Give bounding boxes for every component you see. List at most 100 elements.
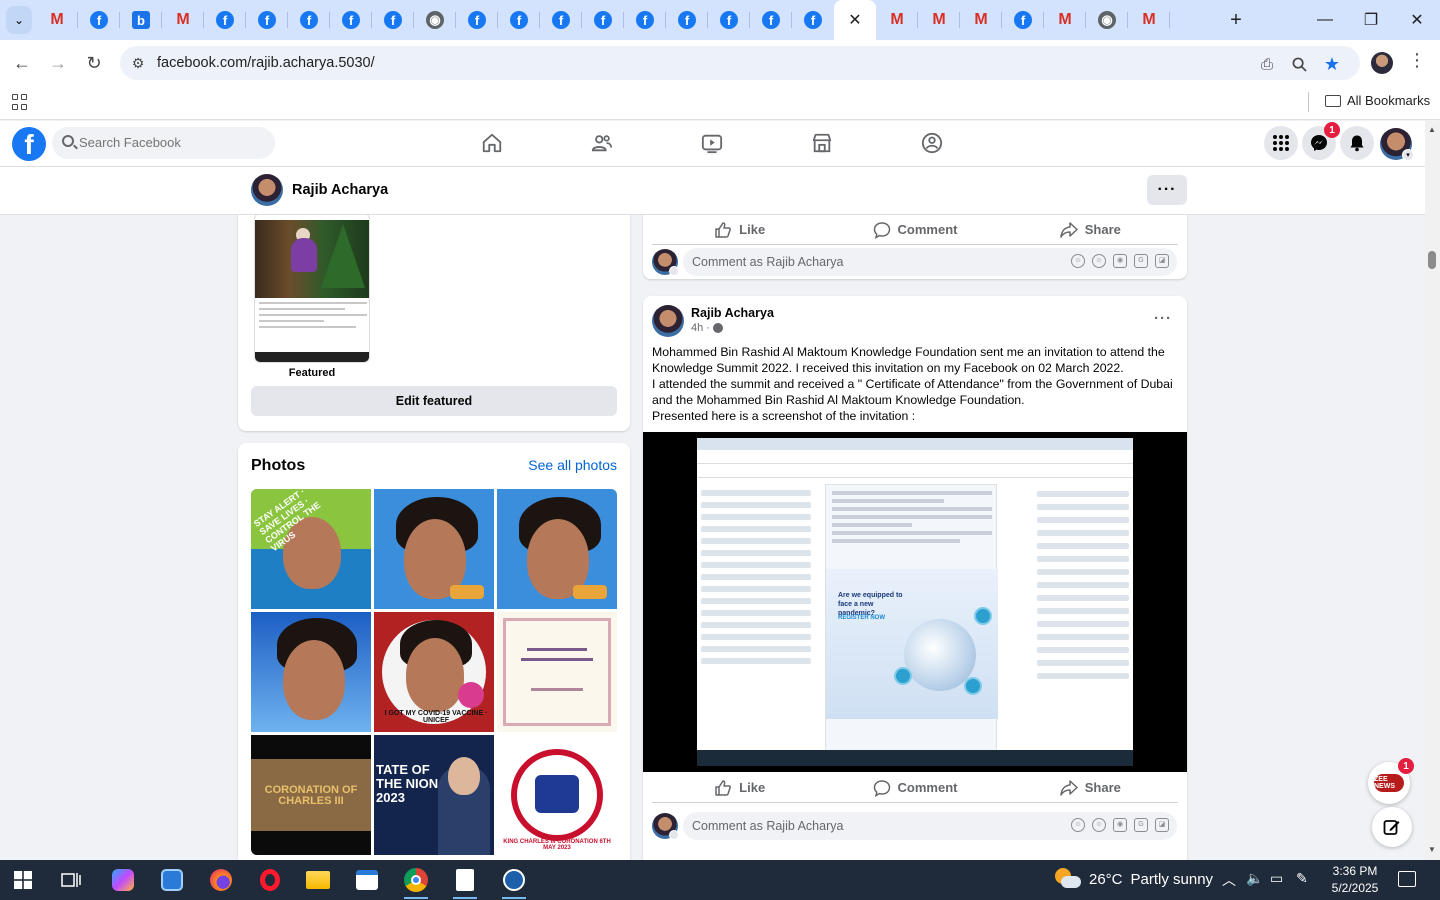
copilot-taskbar-icon[interactable] [108,866,138,894]
scroll-down-arrow-icon[interactable]: ▼ [1428,845,1436,854]
browser-tab[interactable]: f [582,0,624,40]
reload-button[interactable]: ↻ [80,49,108,77]
share-button[interactable]: Share [1003,215,1178,244]
photo-tile[interactable] [374,489,494,609]
task-view-button[interactable] [56,866,86,894]
comment-button[interactable]: Comment [827,215,1002,244]
tray-overflow-icon[interactable]: ︿ [1222,870,1236,890]
browser-tab[interactable]: M [960,0,1002,40]
browser-tab[interactable]: f [666,0,708,40]
camera-icon[interactable]: ◉ [1113,818,1127,832]
active-tab[interactable]: ✕ [834,0,876,40]
comment-button[interactable]: Comment [827,773,1002,802]
browser-tab[interactable]: f [246,0,288,40]
address-bar[interactable]: ⚙ facebook.com/rajib.acharya.5030/ ⎙ ★ [120,46,1360,80]
page-scrollbar[interactable]: ▲ ▼ [1425,121,1440,860]
browser-tab[interactable]: M [162,0,204,40]
store-taskbar-icon[interactable] [352,866,382,894]
post-timestamp[interactable]: 4h · [691,322,723,334]
chrome-taskbar-icon[interactable] [401,866,431,899]
browser-tab[interactable]: ◉ [1086,0,1128,40]
forward-button[interactable]: → [44,49,72,77]
file-explorer-taskbar-icon[interactable] [303,866,333,894]
tab-search-button[interactable]: ⌄ [6,6,32,34]
share-button[interactable]: Share [1003,773,1178,802]
browser-tab[interactable]: f [456,0,498,40]
see-all-photos-link[interactable]: See all photos [528,457,617,473]
all-bookmarks-button[interactable]: All Bookmarks [1325,93,1430,108]
facebook-search-input[interactable] [79,135,259,150]
opera-taskbar-icon[interactable] [255,866,285,894]
profile-avatar[interactable] [251,174,283,206]
install-app-icon[interactable]: ⎙ [1256,53,1278,75]
browser-tab[interactable]: f [204,0,246,40]
new-tab-button[interactable]: + [1222,6,1250,34]
zeenews-chat-head[interactable]: ZEE NEWS 1 [1368,758,1414,804]
post-options-button[interactable]: ··· [1154,310,1172,327]
browser-tab[interactable]: M [1128,0,1170,40]
notifications-button[interactable] [1340,126,1374,160]
video-nav-icon[interactable] [700,131,724,155]
avatar-sticker-icon[interactable]: ☺ [1071,254,1085,268]
browser-tab[interactable]: f [1002,0,1044,40]
browser-tab[interactable]: f [78,0,120,40]
photo-tile[interactable]: I GOT MY COVID-19 VACCINE · UNICEF [374,612,494,732]
weather-widget[interactable]: 26°C Partly sunny [1055,868,1213,890]
messenger-button[interactable]: 1 [1302,122,1340,160]
browser-tab[interactable]: M [36,0,78,40]
featured-thumbnail[interactable] [254,215,370,363]
browser-tab[interactable]: f [540,0,582,40]
browser-tab[interactable]: M [1044,0,1086,40]
like-button[interactable]: Like [652,773,827,802]
profile-name[interactable]: Rajib Acharya [292,182,388,198]
restore-button[interactable]: ❐ [1348,0,1394,40]
commenter-caret-icon[interactable] [669,830,679,840]
gaming-nav-icon[interactable] [920,131,944,155]
scrollbar-thumb[interactable] [1428,251,1436,269]
zoom-icon[interactable] [1288,53,1310,75]
browser-tab[interactable]: f [498,0,540,40]
browser-tab[interactable]: f [330,0,372,40]
camera-icon[interactable]: ◉ [1113,254,1127,268]
photo-tile[interactable]: KING CHARLES III CORONATION 6TH MAY 2023 [497,735,617,855]
home-nav-icon[interactable] [480,131,504,155]
post-author-avatar[interactable] [652,305,684,337]
facebook-logo[interactable]: f [12,127,46,161]
post-image[interactable]: Are we equipped to face a new pandemic? … [643,432,1187,772]
start-button[interactable] [8,866,38,894]
browser-tab[interactable]: f [708,0,750,40]
pen-icon[interactable]: ✎ [1296,870,1308,887]
photo-tile[interactable] [497,612,617,732]
volume-icon[interactable]: 🔈 [1246,870,1263,887]
notepad-taskbar-icon[interactable] [450,866,480,899]
menu-grid-button[interactable] [1264,126,1298,160]
photo-tile[interactable]: STAY ALERT · SAVE LIVES · CONTROL THE VI… [251,489,371,609]
app-taskbar-icon[interactable] [157,866,187,894]
account-caret-icon[interactable]: ▾ [1402,149,1414,161]
back-button[interactable]: ← [8,49,36,77]
close-tab-icon[interactable]: ✕ [846,11,864,29]
edit-featured-button[interactable]: Edit featured [251,386,617,416]
emoji-icon[interactable]: ☺ [1092,254,1106,268]
comment-input[interactable]: Comment as Rajib Acharya ☺ ☺ ◉ G ◪ [683,248,1177,276]
firefox-taskbar-icon[interactable] [206,866,236,894]
browser-tab[interactable]: M [918,0,960,40]
notification-center-icon[interactable] [1398,871,1416,887]
network-icon[interactable]: ▭ [1270,870,1283,887]
facebook-search[interactable] [52,127,275,159]
browser-tab[interactable]: f [624,0,666,40]
browser-tab[interactable]: ◉ [414,0,456,40]
scroll-up-arrow-icon[interactable]: ▲ [1428,125,1436,134]
browser-tab[interactable]: M [876,0,918,40]
photo-tile[interactable]: CORONATION OF CHARLES III [251,735,371,855]
browser-tab[interactable]: f [792,0,834,40]
browser-tab[interactable]: f [288,0,330,40]
comment-input[interactable]: Comment as Rajib Acharya ☺ ☺ ◉ G ◪ [683,812,1177,840]
photo-tile[interactable]: TATE OF THE NION 2023 [374,735,494,855]
browser-tab[interactable]: b [120,0,162,40]
sticker-icon[interactable]: ◪ [1155,818,1169,832]
close-window-button[interactable]: ✕ [1394,0,1440,40]
gif-icon[interactable]: G [1134,818,1148,832]
bookmark-star-icon[interactable]: ★ [1321,53,1343,75]
profile-more-button[interactable]: ··· [1147,175,1187,205]
